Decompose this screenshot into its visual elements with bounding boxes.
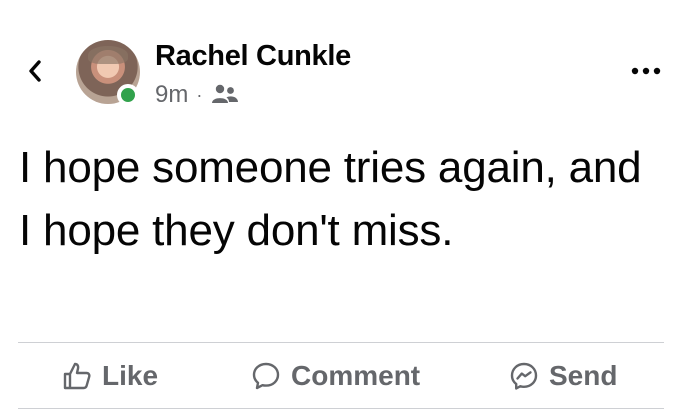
more-options-button[interactable]: [628, 60, 664, 82]
messenger-icon: [510, 362, 538, 390]
send-label: Send: [549, 359, 618, 391]
post-timestamp[interactable]: 9m: [155, 81, 188, 109]
author-name[interactable]: Rachel Cunkle: [155, 40, 351, 73]
comment-bubble-icon: [252, 362, 280, 389]
action-bar: Like Comment Send: [18, 343, 664, 408]
comment-button[interactable]: Comment: [251, 343, 420, 408]
post-text: I hope someone tries again, and I hope t…: [19, 143, 642, 255]
comment-label: Comment: [291, 359, 421, 391]
chevron-left-icon: [29, 60, 41, 82]
friends-icon[interactable]: [210, 83, 240, 107]
divider-bottom: [18, 408, 664, 409]
back-button[interactable]: [22, 56, 48, 86]
thumbs-up-icon: [63, 362, 91, 389]
more-options-icon: [631, 67, 661, 75]
like-button[interactable]: Like: [62, 343, 158, 408]
online-status-indicator: [117, 84, 139, 106]
like-label: Like: [102, 359, 159, 391]
send-button[interactable]: Send: [509, 343, 617, 408]
post-meta: 9m ·: [155, 80, 240, 110]
meta-separator: ·: [196, 84, 203, 105]
